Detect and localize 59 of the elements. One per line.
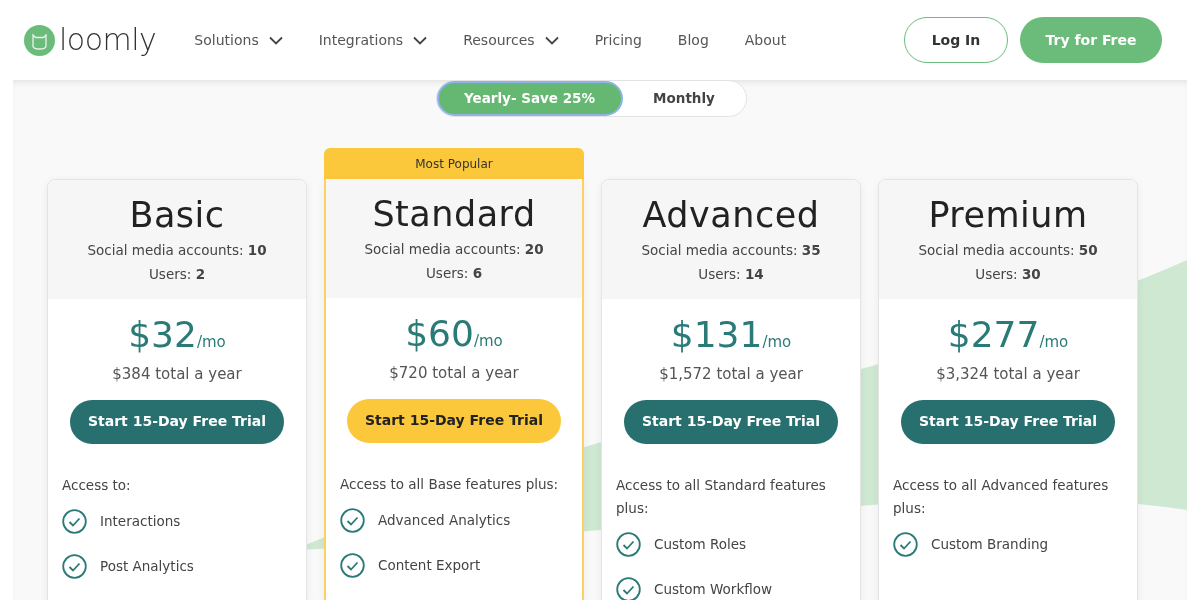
users-text: Users: 2 [148, 265, 206, 285]
yearly-total: $3,324 total a year [936, 364, 1080, 385]
plan-name: Basic [129, 194, 225, 236]
nav-link[interactable]: Integrations [318, 29, 428, 51]
accounts-text: Social media accounts: 50 [918, 241, 1098, 260]
access-heading: Access to all Advanced features plus: [893, 475, 1110, 518]
price-period: /mo [1039, 333, 1069, 351]
nav-link[interactable]: Blog [677, 29, 709, 51]
access-heading: Access to all Base features plus: [340, 474, 560, 494]
yearly-total: $384 total a year [112, 364, 242, 385]
chevron-down-icon [544, 35, 559, 45]
plan-name: Advanced [642, 194, 820, 236]
accounts-text: Social media accounts: 10 [87, 241, 267, 260]
nav-link[interactable]: About [744, 29, 787, 51]
accounts-text: Social media accounts: 35 [641, 241, 821, 260]
nav-link[interactable]: Pricing [594, 29, 642, 51]
price-period: /mo [473, 332, 503, 350]
feature-label: Custom Roles [654, 534, 747, 554]
check-circle-icon [62, 508, 87, 534]
feature-label: Post Analytics [100, 556, 194, 576]
logo-text: loomly [59, 23, 157, 57]
feature-label: Content Export [378, 555, 481, 575]
plan-name: Premium [928, 194, 1088, 236]
users-text: Users: 30 [975, 265, 1041, 285]
feature-label: Custom Workflow [654, 579, 772, 599]
yearly-total: $1,572 total a year [659, 364, 803, 385]
most-popular-banner: Most Popular [324, 148, 584, 179]
plan-name: Standard [372, 193, 536, 235]
access-heading: Access to all Standard features plus: [616, 475, 827, 518]
check-circle-icon [62, 553, 87, 579]
start-trial-button[interactable]: Start 15-Day Free Trial [70, 399, 284, 444]
check-circle-icon [340, 507, 365, 533]
users-text: Users: 14 [698, 265, 764, 285]
nav-link[interactable]: Solutions [194, 29, 283, 51]
feature-label: Custom Branding [931, 534, 1049, 554]
billing-toggle-option[interactable]: Monthly [622, 81, 746, 116]
chevron-down-icon [413, 35, 428, 45]
check-circle-icon [340, 552, 365, 578]
price: $131 [670, 313, 763, 357]
start-trial-button[interactable]: Start 15-Day Free Trial [901, 399, 1115, 444]
feature-label: Advanced Analytics [378, 510, 511, 530]
access-heading: Access to: [62, 475, 132, 495]
price-period: /mo [196, 333, 226, 351]
price: $32 [128, 313, 197, 357]
chevron-down-icon [268, 35, 283, 45]
nav-link[interactable]: Resources [463, 29, 559, 51]
start-trial-button[interactable]: Start 15-Day Free Trial [624, 399, 838, 444]
users-text: Users: 6 [425, 264, 483, 284]
start-trial-button[interactable]: Start 15-Day Free Trial [347, 398, 561, 443]
price: $60 [405, 312, 474, 356]
check-circle-icon [616, 531, 641, 557]
feature-label: Interactions [100, 511, 181, 531]
price: $277 [947, 313, 1040, 357]
yearly-total: $720 total a year [389, 363, 519, 384]
login-button[interactable]: Log In [904, 17, 1008, 63]
check-circle-icon [893, 531, 918, 557]
price-period: /mo [762, 333, 792, 351]
cat-logo-icon [24, 24, 55, 56]
accounts-text: Social media accounts: 20 [364, 240, 544, 259]
